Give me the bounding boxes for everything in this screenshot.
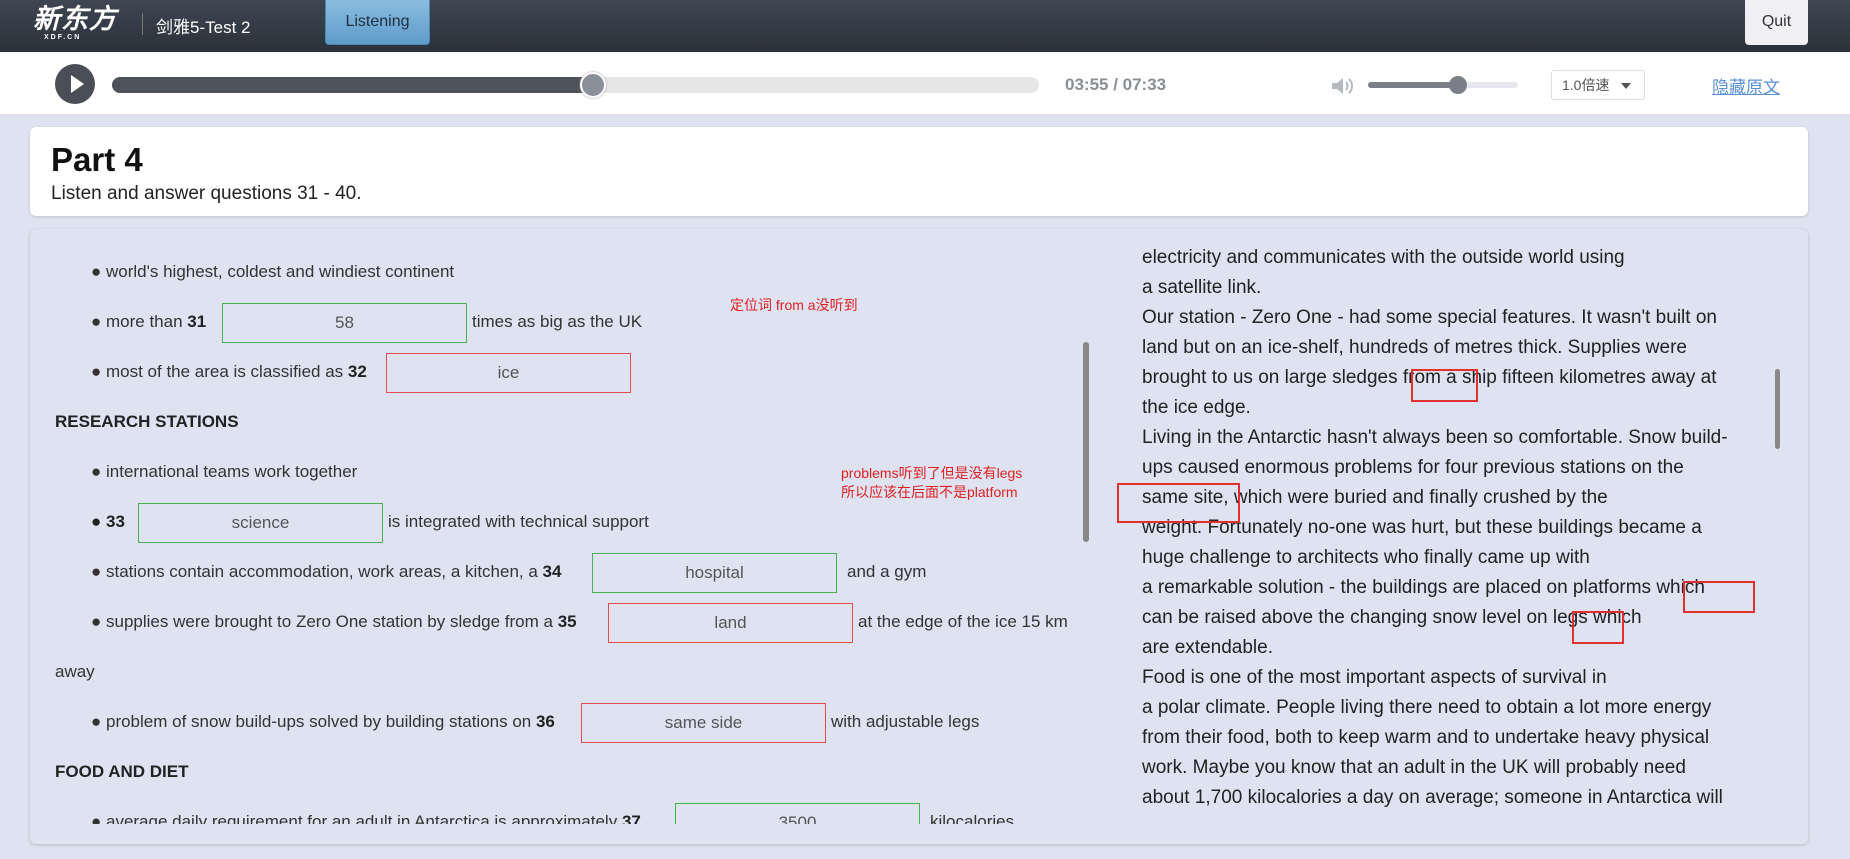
q35-prefix: ● supplies were brought to Zero One stat… bbox=[91, 612, 558, 631]
chevron-down-icon bbox=[1621, 83, 1631, 89]
q35-label: ● supplies were brought to Zero One stat… bbox=[91, 612, 577, 632]
annotation-note-2-line2: 所以应该在后面不是platform bbox=[841, 484, 1018, 500]
q31-prefix: ● more than bbox=[91, 312, 188, 331]
highlight-legs bbox=[1572, 611, 1624, 644]
answer-32-input[interactable] bbox=[386, 353, 631, 393]
transcript-line: from their food, both to keep warm and t… bbox=[1142, 727, 1710, 748]
transcript-scrollbar[interactable] bbox=[1775, 369, 1780, 449]
q35-suffix: at the edge of the ice 15 km bbox=[858, 612, 1068, 631]
transcript-line: ups caused enormous problems for four pr… bbox=[1142, 457, 1684, 478]
progress-track[interactable] bbox=[112, 72, 1039, 98]
q35-number: 35 bbox=[557, 612, 577, 631]
answer-33-input[interactable] bbox=[138, 503, 383, 543]
play-button[interactable] bbox=[55, 64, 95, 104]
highlight-which bbox=[1683, 581, 1755, 613]
q37-prefix: ● average daily requirement for an adult… bbox=[91, 812, 622, 824]
q33-suffix: is integrated with technical support bbox=[388, 512, 649, 531]
time-display: 03:55 / 07:33 bbox=[1065, 75, 1167, 94]
transcript-line: Our station - Zero One - had some specia… bbox=[1142, 307, 1717, 328]
logo-chinese: 新东方 bbox=[33, 4, 117, 35]
volume-track[interactable] bbox=[1368, 76, 1518, 94]
heading-food-diet: FOOD AND DIET bbox=[55, 762, 189, 781]
transcript-line: Living in the Antarctic hasn't always be… bbox=[1142, 427, 1728, 448]
volume-icon[interactable] bbox=[1330, 76, 1354, 96]
q34-label: ● stations contain accommodation, work a… bbox=[91, 562, 561, 582]
q37-label: ● average daily requirement for an adult… bbox=[91, 812, 641, 824]
answer-37-input[interactable] bbox=[675, 803, 920, 824]
xdf-logo: 新东方 XDF.CN bbox=[30, 5, 120, 42]
quit-button[interactable]: Quit bbox=[1745, 0, 1808, 45]
q32-number: 32 bbox=[347, 362, 367, 381]
highlight-same-site bbox=[1117, 483, 1240, 523]
q36-number: 36 bbox=[535, 712, 555, 731]
test-title: 剑雅5-Test 2 bbox=[156, 18, 251, 37]
bullet-continent: ● world's highest, coldest and windiest … bbox=[91, 262, 455, 281]
heading-research-stations: RESEARCH STATIONS bbox=[55, 412, 239, 431]
answer-35-input[interactable] bbox=[608, 603, 853, 643]
speed-select[interactable]: 1.0倍速 bbox=[1551, 70, 1645, 100]
transcript-line: about 1,700 kilocalories a day on averag… bbox=[1142, 787, 1723, 808]
transcript-line: Food is one of the most important aspect… bbox=[1142, 667, 1607, 688]
q33-number: ● 33 bbox=[91, 512, 125, 531]
transcript-line: can be raised above the changing snow le… bbox=[1142, 607, 1642, 628]
q31-number: 31 bbox=[187, 312, 207, 331]
bullet-international: ● international teams work together bbox=[91, 462, 358, 481]
tab-listening[interactable]: Listening bbox=[325, 0, 430, 45]
transcript-line: work. Maybe you know that an adult in th… bbox=[1142, 757, 1686, 778]
questions-scrollbar[interactable] bbox=[1083, 342, 1089, 542]
q37-suffix: kilocalories bbox=[930, 812, 1015, 824]
top-bar: 新东方 XDF.CN 剑雅5-Test 2 Listening Quit bbox=[0, 0, 1850, 52]
q33-label: ● 33 bbox=[91, 512, 125, 532]
answer-36-input[interactable] bbox=[581, 703, 826, 743]
transcript-line: a satellite link. bbox=[1142, 277, 1262, 298]
transcript-line: land but on an ice-shelf, hundreds of me… bbox=[1142, 337, 1687, 358]
q32-label: ● most of the area is classified as 32 bbox=[91, 362, 367, 382]
progress-fill bbox=[112, 77, 594, 93]
logo-english: XDF.CN bbox=[44, 34, 82, 41]
speed-value: 1.0倍速 bbox=[1562, 77, 1610, 93]
part-header-card: Part 4 Listen and answer questions 31 - … bbox=[30, 127, 1808, 216]
answer-31-input[interactable] bbox=[222, 303, 467, 343]
q37-number: 37 bbox=[621, 812, 641, 824]
annotation-note-2-line1: problems听到了但是没有legs bbox=[841, 465, 1023, 481]
transcript-line: a polar climate. People living there nee… bbox=[1142, 697, 1712, 718]
transcript-line: are extendable. bbox=[1142, 637, 1273, 658]
q31-suffix: times as big as the UK bbox=[472, 312, 643, 331]
transcript-panel[interactable]: electricity and communicates with the ou… bbox=[1142, 247, 1792, 827]
annotation-note-1: 定位词 from a没听到 bbox=[730, 297, 858, 313]
highlight-from-a bbox=[1411, 369, 1478, 402]
progress-handle[interactable] bbox=[580, 72, 607, 98]
part-title: Part 4 bbox=[51, 141, 143, 178]
volume-handle[interactable] bbox=[1449, 76, 1467, 94]
q34-prefix: ● stations contain accommodation, work a… bbox=[91, 562, 543, 581]
transcript-line: a remarkable solution - the buildings ar… bbox=[1142, 577, 1705, 598]
q31-label: ● more than 31 bbox=[91, 312, 206, 332]
questions-panel[interactable]: ● world's highest, coldest and windiest … bbox=[30, 229, 1110, 824]
audio-player: 03:55 / 07:33 1.0倍速 隐藏原文 bbox=[0, 52, 1850, 114]
q35-wrap: away bbox=[55, 662, 95, 681]
hide-transcript-link[interactable]: 隐藏原文 bbox=[1712, 73, 1780, 98]
transcript-line: the ice edge. bbox=[1142, 397, 1251, 418]
q32-prefix: ● most of the area is classified as bbox=[91, 362, 348, 381]
volume-fill bbox=[1368, 82, 1458, 88]
q34-suffix: and a gym bbox=[847, 562, 927, 581]
answer-34-input[interactable] bbox=[592, 553, 837, 593]
transcript-line: electricity and communicates with the ou… bbox=[1142, 247, 1625, 268]
content-card: ● world's highest, coldest and windiest … bbox=[30, 229, 1808, 844]
header-divider bbox=[142, 13, 143, 35]
q34-number: 34 bbox=[542, 562, 562, 581]
q36-suffix: with adjustable legs bbox=[831, 712, 980, 731]
part-instructions: Listen and answer questions 31 - 40. bbox=[51, 183, 362, 204]
q36-prefix: ● problem of snow build-ups solved by bu… bbox=[91, 712, 536, 731]
transcript-line: huge challenge to architects who finally… bbox=[1142, 547, 1590, 568]
q36-label: ● problem of snow build-ups solved by bu… bbox=[91, 712, 555, 732]
